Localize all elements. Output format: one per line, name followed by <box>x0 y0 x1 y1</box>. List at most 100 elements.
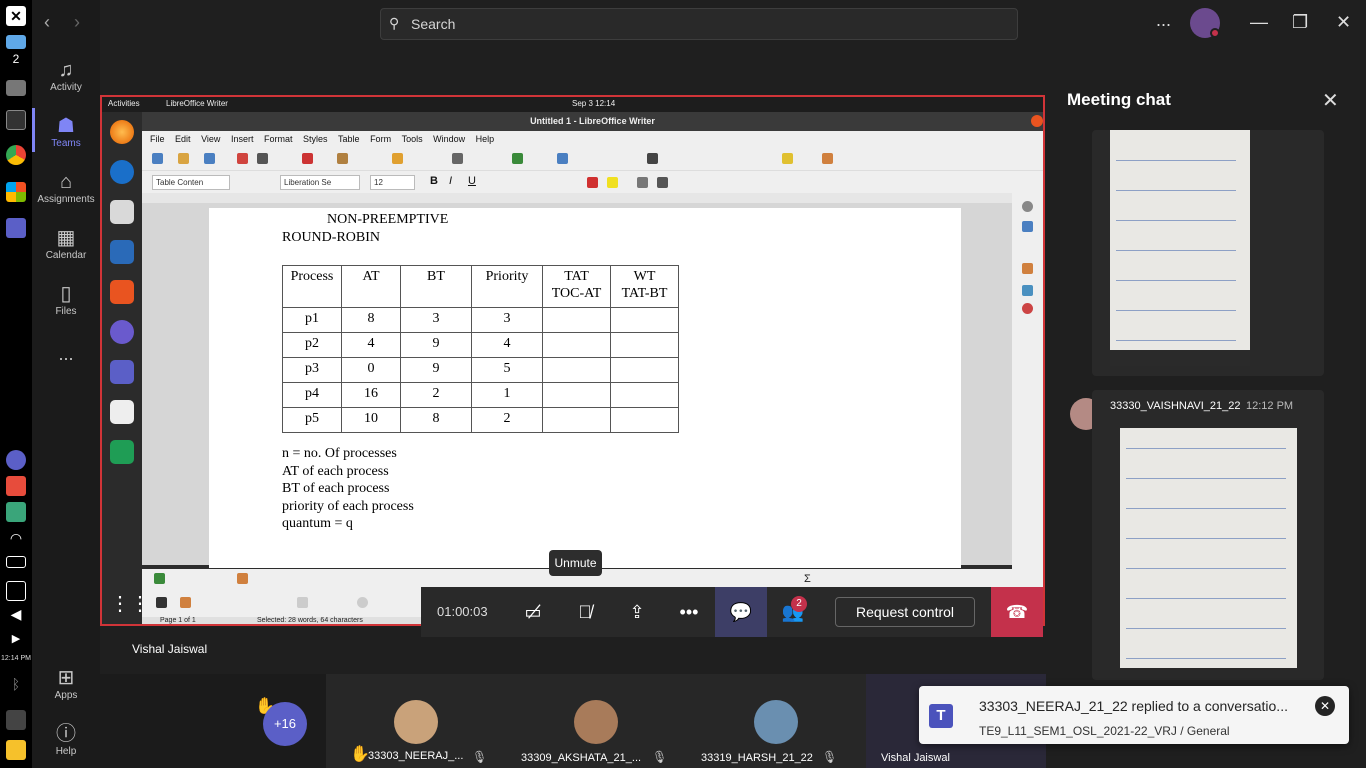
back-arrow-icon[interactable]: ‹ <box>44 12 50 33</box>
new-doc-icon[interactable] <box>152 153 163 164</box>
gnome-clock[interactable]: Sep 3 12:14 <box>572 99 615 108</box>
menu-help[interactable]: Help <box>476 131 495 147</box>
menu-edit[interactable]: Edit <box>175 131 191 147</box>
font-color-icon[interactable] <box>587 177 598 188</box>
thunderbird-icon[interactable] <box>110 160 134 184</box>
teams-small-icon[interactable] <box>6 450 26 470</box>
menu-styles[interactable]: Styles <box>303 131 328 147</box>
header-at[interactable]: AT <box>341 265 401 308</box>
cell-process[interactable]: p1 <box>282 307 342 333</box>
anydesk-icon[interactable] <box>6 476 26 496</box>
search-input[interactable]: ⚲ Search <box>380 8 1018 40</box>
draw-line-icon[interactable] <box>180 597 191 608</box>
minimize-button[interactable]: — <box>1250 12 1268 33</box>
notes-icon[interactable] <box>6 740 26 760</box>
cell-priority[interactable]: 4 <box>471 332 543 358</box>
align-left-icon[interactable] <box>637 177 648 188</box>
close-window-button[interactable]: ✕ <box>1336 12 1351 33</box>
rectangle-icon[interactable] <box>297 597 308 608</box>
cell-at[interactable]: 4 <box>341 332 401 358</box>
network-icon[interactable] <box>110 320 134 344</box>
cell-wt[interactable] <box>610 382 679 408</box>
teams-taskbar-icon[interactable] <box>6 218 26 238</box>
menu-table[interactable]: Table <box>338 131 360 147</box>
calc-icon[interactable] <box>110 440 134 464</box>
participants-button[interactable]: 👥 <box>767 587 819 637</box>
document-viewer-icon[interactable] <box>110 400 134 424</box>
notebook-photo[interactable] <box>1110 130 1250 366</box>
bluetooth-icon[interactable]: ᛒ <box>6 676 26 696</box>
document-page[interactable]: NON-PREEMPTIVE ROUND-ROBIN Process AT BT… <box>209 208 961 568</box>
workspace-2-label[interactable]: 2 <box>6 52 26 72</box>
keyboard-icon[interactable] <box>6 710 26 730</box>
workspace-1-icon[interactable] <box>6 35 26 49</box>
save-icon[interactable] <box>204 153 215 164</box>
cell-priority[interactable]: 5 <box>471 357 543 383</box>
page-icon[interactable] <box>1022 221 1033 232</box>
cell-priority[interactable]: 2 <box>471 407 543 433</box>
cell-bt[interactable]: 8 <box>400 407 472 433</box>
pdf-icon[interactable] <box>237 153 248 164</box>
header-wt[interactable]: WT TAT-BT <box>610 265 679 308</box>
ruler[interactable] <box>142 193 1043 203</box>
header-priority[interactable]: Priority <box>471 265 543 308</box>
styles-icon[interactable] <box>1022 263 1033 274</box>
cell-tat[interactable] <box>542 382 611 408</box>
menu-tools[interactable]: Tools <box>402 131 423 147</box>
cell-wt[interactable] <box>610 332 679 358</box>
undo-icon[interactable] <box>392 153 403 164</box>
cell-tat[interactable] <box>542 357 611 383</box>
comment-icon[interactable] <box>782 153 793 164</box>
italic-button[interactable]: I <box>449 175 452 187</box>
sum-icon[interactable]: Σ <box>804 573 815 585</box>
properties-icon[interactable] <box>1022 201 1033 212</box>
header-process[interactable]: Process <box>282 265 342 308</box>
firefox-icon[interactable] <box>110 120 134 144</box>
paragraph-style-box[interactable]: Table Conten <box>152 175 230 190</box>
camera-off-button[interactable]: ▭̸ <box>507 587 559 637</box>
table-icon[interactable] <box>512 153 523 164</box>
font-name-box[interactable]: Liberation Se <box>280 175 360 190</box>
rail-assignments[interactable]: ⌂ Assignments <box>32 170 100 205</box>
participant-tile[interactable]: 33309_AKSHATA_21_... 🎙 <box>506 674 686 768</box>
request-control-button[interactable]: Request control <box>835 597 975 627</box>
rail-help[interactable]: ⓘ Help <box>32 722 100 757</box>
volume-icon[interactable]: ◀ <box>6 606 26 626</box>
navigator-icon[interactable] <box>1022 303 1033 314</box>
cell-tat[interactable] <box>542 332 611 358</box>
cell-at[interactable]: 10 <box>341 407 401 433</box>
cell-wt[interactable] <box>610 357 679 383</box>
underline-button[interactable]: U <box>468 175 476 187</box>
restore-button[interactable]: ❐ <box>1292 12 1308 33</box>
merge-cells-icon[interactable] <box>237 573 248 584</box>
close-chat-icon[interactable]: ✕ <box>1322 88 1339 113</box>
rail-activity[interactable]: ♫ Activity <box>32 58 100 93</box>
cell-process[interactable]: p5 <box>282 407 342 433</box>
rail-files[interactable]: ▯ Files <box>32 282 100 317</box>
chart-icon[interactable] <box>557 153 568 164</box>
hang-up-button[interactable]: ☎ <box>991 587 1043 637</box>
menu-insert[interactable]: Insert <box>231 131 254 147</box>
cell-process[interactable]: p4 <box>282 382 342 408</box>
rail-calendar[interactable]: ▦ Calendar <box>32 226 100 261</box>
insert-table-icon[interactable] <box>154 573 165 584</box>
rail-apps[interactable]: ⊞ Apps <box>32 666 100 701</box>
close-toast-icon[interactable]: ✕ <box>1315 696 1335 716</box>
select-icon[interactable] <box>156 597 167 608</box>
x-logo-icon[interactable]: ✕ <box>6 6 26 26</box>
cut-icon[interactable] <box>302 153 313 164</box>
windows-apps-icon[interactable] <box>6 182 26 202</box>
cell-at[interactable]: 16 <box>341 382 401 408</box>
more-options-button[interactable]: ... <box>1156 10 1171 31</box>
share-screen-button[interactable]: ⇪ <box>611 587 663 637</box>
writer-close-icon[interactable] <box>1031 115 1043 127</box>
cell-process[interactable]: p3 <box>282 357 342 383</box>
wifi-icon[interactable]: ◠ <box>6 530 26 550</box>
menu-window[interactable]: Window <box>433 131 465 147</box>
special-char-icon[interactable] <box>647 153 658 164</box>
cell-bt[interactable]: 9 <box>400 357 472 383</box>
cell-tat[interactable] <box>542 307 611 333</box>
cell-wt[interactable] <box>610 407 679 433</box>
find-icon[interactable] <box>452 153 463 164</box>
chrome-icon[interactable] <box>6 145 26 165</box>
